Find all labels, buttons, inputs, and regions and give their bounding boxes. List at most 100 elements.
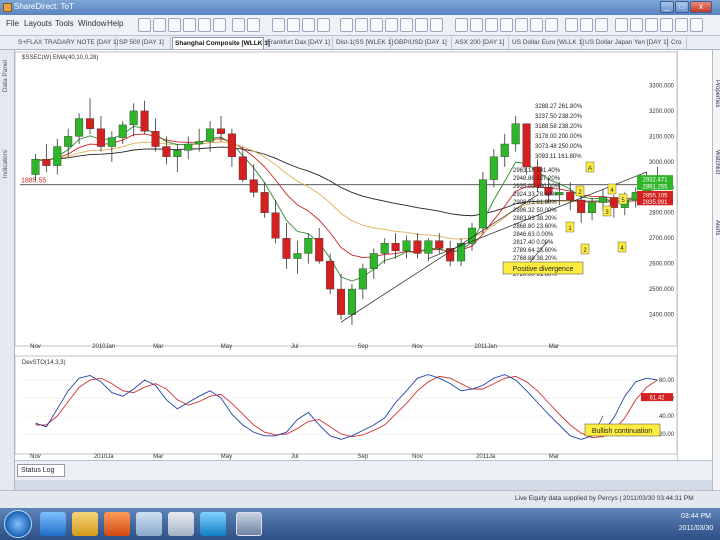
candle-body (402, 240, 411, 252)
toolbar-button[interactable] (580, 18, 593, 32)
explorer-icon[interactable] (72, 512, 98, 536)
toolbar-button[interactable] (675, 18, 688, 32)
minimize-button[interactable]: _ (660, 1, 674, 13)
toolbar-button[interactable] (340, 18, 353, 32)
sidebar-tab-data[interactable]: Data Panel (2, 60, 9, 92)
maximize-button[interactable]: □ (675, 1, 689, 13)
ie-icon[interactable] (40, 512, 66, 536)
tool-properties[interactable]: Properties (714, 80, 720, 107)
toolbar-button[interactable] (400, 18, 413, 32)
toolbar-button[interactable] (660, 18, 673, 32)
price-axis-label: 3300.000 (649, 83, 675, 89)
left-sidebar: Data Panel Indicators (0, 50, 15, 490)
fib-marker-label: A (588, 166, 592, 172)
toolbar-button[interactable] (138, 18, 151, 32)
candle-body (609, 197, 618, 208)
window-title: ShareDirect: ToT (14, 2, 74, 11)
toolbar-button[interactable] (690, 18, 703, 32)
price-pane-header: $SSEC(W) EMA(40,10,0,28) (22, 55, 98, 61)
tool-alerts[interactable]: Alerts (714, 220, 720, 235)
toolbar-button[interactable] (302, 18, 315, 32)
tab-chart[interactable]: SP 500 [DAY 1] (117, 37, 171, 49)
menu-file[interactable]: File (6, 19, 19, 28)
price-axis-label: 2600.000 (649, 262, 675, 268)
status-log-tab[interactable]: Status Log (17, 464, 65, 477)
menu-bar: File Layouts Tools Window Help (0, 15, 720, 36)
clock-time: 03:44 PM (681, 513, 711, 520)
tool-watchlist[interactable]: Watchlist (714, 150, 720, 174)
tab-chart[interactable]: US Dollar Euro [WLLK 1] (510, 37, 584, 49)
fib-level-label: 3073.48 250.00% (535, 144, 583, 150)
candle-body (588, 202, 597, 213)
toolbar-button[interactable] (430, 18, 443, 32)
app-icon[interactable] (136, 512, 162, 536)
fib-level-label: 3188.58 238.20% (535, 124, 583, 130)
toolbar-button[interactable] (515, 18, 528, 32)
tab-chart[interactable]: US Dollar Japan Yen [DAY 1] (583, 37, 669, 49)
price-axis-label: 2500.000 (649, 287, 675, 293)
oscillator-axis-label: 20.00 (659, 432, 675, 438)
close-button[interactable]: x (690, 1, 712, 13)
fib-level-label: 2896.32 50.00% (513, 208, 557, 214)
toolbar-button[interactable] (485, 18, 498, 32)
sidebar-tab-indicators[interactable]: Indicators (2, 150, 9, 178)
price-axis-label: 3000.000 (649, 160, 675, 166)
tab-chart[interactable]: S+FLAX TRADARY NOTE [DAY 1] (16, 37, 118, 49)
x-axis-label: Mar (549, 344, 559, 350)
toolbar-button[interactable] (153, 18, 166, 32)
chart-tab-bar: S+FLAX TRADARY NOTE [DAY 1] SP 500 [DAY … (0, 36, 720, 50)
level-label: 1885.55 (21, 178, 46, 185)
toolbar-button[interactable] (213, 18, 226, 32)
candle-body (107, 137, 116, 147)
toolbar-button[interactable] (247, 18, 260, 32)
toolbar-button[interactable] (415, 18, 428, 32)
price-axis-label: 2800.000 (649, 211, 675, 217)
start-button[interactable] (4, 510, 32, 538)
toolbar-button[interactable] (645, 18, 658, 32)
toolbar-button[interactable] (385, 18, 398, 32)
toolbar-button[interactable] (183, 18, 196, 32)
toolbar-button[interactable] (355, 18, 368, 32)
candle-body (598, 197, 607, 203)
tab-chart[interactable]: GBP/USD [DAY 1] (392, 37, 452, 49)
menu-window[interactable]: Window (78, 19, 106, 28)
fib-level-label: 2768.88 38.20% (513, 256, 557, 262)
menu-tools[interactable]: Tools (55, 19, 74, 28)
status-bar: Live Equity data supplied by Percys | 20… (0, 490, 720, 508)
toolbar-button[interactable] (232, 18, 245, 32)
toolbar-button[interactable] (595, 18, 608, 32)
toolbar-button[interactable] (272, 18, 285, 32)
toolbar-button[interactable] (455, 18, 468, 32)
toolbar-button[interactable] (287, 18, 300, 32)
toolbar-button[interactable] (530, 18, 543, 32)
tab-chart[interactable]: Dist-1(SS [WLEK 1] (334, 37, 393, 49)
tab-chart[interactable]: Cro (669, 37, 687, 49)
toolbar-button[interactable] (317, 18, 330, 32)
toolbar-button[interactable] (500, 18, 513, 32)
chart-area[interactable]: 1885.55 $SSEC(W) EMA(40,10,0,28) 3300.000 3… (14, 50, 678, 460)
toolbar-button[interactable] (470, 18, 483, 32)
x-axis-label: May (221, 344, 232, 350)
toolbar-button[interactable] (370, 18, 383, 32)
tab-chart[interactable]: Frankfurt Dax [DAY 1] (265, 37, 333, 49)
tab-chart[interactable]: ASX 200 [DAY 1] (453, 37, 509, 49)
sharedirect-taskbar-icon[interactable] (236, 512, 262, 536)
toolbar-button[interactable] (198, 18, 211, 32)
candle-body (184, 143, 193, 151)
candle-body (500, 143, 509, 157)
tab-chart-active[interactable]: Shanghai Composite [WLLK 1] (172, 37, 270, 49)
x-axis-label: Nov (30, 344, 41, 350)
toolbar-button[interactable] (545, 18, 558, 32)
toolbar-button[interactable] (630, 18, 643, 32)
app-icon[interactable] (168, 512, 194, 536)
toolbar-button[interactable] (615, 18, 628, 32)
toolbar-button[interactable] (565, 18, 578, 32)
media-player-icon[interactable] (104, 512, 130, 536)
candle-body (577, 199, 586, 213)
candle-body (413, 240, 422, 254)
chart-canvas[interactable]: 1885.55 $SSEC(W) EMA(40,10,0,28) 3300.000 3… (14, 50, 678, 460)
menu-help[interactable]: Help (107, 19, 123, 28)
toolbar-button[interactable] (168, 18, 181, 32)
menu-layouts[interactable]: Layouts (24, 19, 52, 28)
skype-icon[interactable] (200, 512, 226, 536)
